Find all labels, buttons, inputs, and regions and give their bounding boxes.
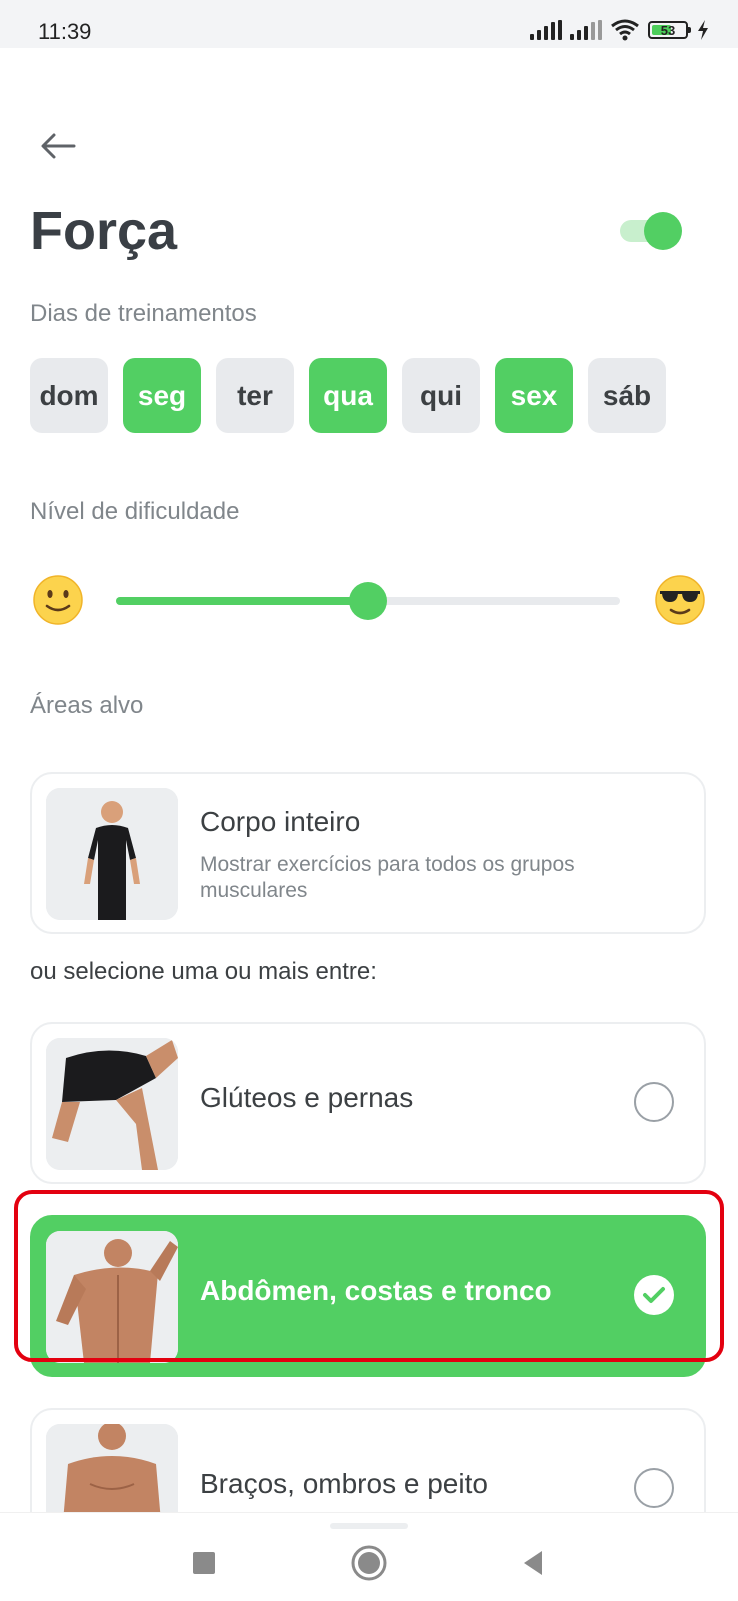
recents-button[interactable]: [182, 1541, 226, 1585]
difficulty-slider[interactable]: [116, 582, 620, 620]
checkmark-icon: [643, 1287, 665, 1303]
day-chip-qui[interactable]: qui: [402, 358, 480, 433]
home-button[interactable]: [347, 1541, 391, 1585]
day-selector: dom seg ter qua qui sex sáb: [30, 358, 666, 433]
arrow-left-icon: [41, 133, 76, 159]
gluteos-pernas-title: Glúteos e pernas: [200, 1082, 414, 1113]
day-chip-qua[interactable]: qua: [309, 358, 387, 433]
bracos-ombros-radio[interactable]: [634, 1468, 674, 1508]
abdomen-costas-radio[interactable]: [634, 1275, 674, 1315]
difficulty-label: Nível de dificuldade: [30, 498, 240, 525]
sunglasses-emoji-icon: [655, 575, 705, 625]
circle-icon: [351, 1545, 387, 1581]
system-navigation-bar: [0, 1512, 738, 1601]
full-body-image: [46, 788, 178, 920]
status-bar: 11:39 53: [0, 0, 738, 48]
full-body-title: Corpo inteiro: [200, 806, 361, 837]
strength-toggle[interactable]: [620, 212, 684, 250]
day-chip-seg[interactable]: seg: [123, 358, 201, 433]
gluteos-pernas-radio[interactable]: [634, 1082, 674, 1122]
target-areas-label: Áreas alvo: [30, 692, 144, 719]
signal-icon: [530, 20, 562, 40]
status-time: 11:39: [38, 19, 92, 44]
signal-icon: [570, 20, 602, 40]
battery-level: 53: [660, 22, 676, 38]
back-nav-button[interactable]: [512, 1541, 556, 1585]
scroll-handle: [330, 1523, 408, 1529]
full-body-card[interactable]: Corpo inteiro Mostrar exercícios para to…: [30, 772, 706, 934]
or-select-text: ou selecione uma ou mais entre:: [30, 958, 377, 985]
status-icons: 53: [530, 16, 710, 44]
day-chip-dom[interactable]: dom: [30, 358, 108, 433]
square-icon: [193, 1552, 215, 1574]
difficulty-slider-handle[interactable]: [349, 582, 387, 620]
area-card-abdomen-costas-tronco[interactable]: Abdômen, costas e tronco: [30, 1215, 706, 1377]
charging-icon: [698, 20, 708, 40]
bracos-ombros-title: Braços, ombros e peito: [200, 1468, 488, 1499]
day-chip-sex[interactable]: sex: [495, 358, 573, 433]
battery-icon: 53: [648, 21, 691, 39]
back-button[interactable]: [36, 124, 84, 168]
training-days-label: Dias de treinamentos: [30, 300, 257, 327]
slight-smile-emoji-icon: [33, 575, 83, 625]
wifi-icon: [611, 19, 639, 41]
triangle-back-icon: [524, 1551, 542, 1575]
day-chip-sab[interactable]: sáb: [588, 358, 666, 433]
abdomen-costas-title: Abdômen, costas e tronco: [200, 1275, 552, 1306]
full-body-description: Mostrar exercícios para todos os grupos …: [200, 853, 575, 902]
day-chip-ter[interactable]: ter: [216, 358, 294, 433]
difficulty-fill: [116, 597, 368, 605]
area-card-gluteos-pernas[interactable]: Glúteos e pernas: [30, 1022, 706, 1184]
gluteos-pernas-image: [46, 1038, 178, 1170]
page-title: Força: [30, 201, 178, 261]
abdomen-costas-image: [46, 1231, 178, 1363]
